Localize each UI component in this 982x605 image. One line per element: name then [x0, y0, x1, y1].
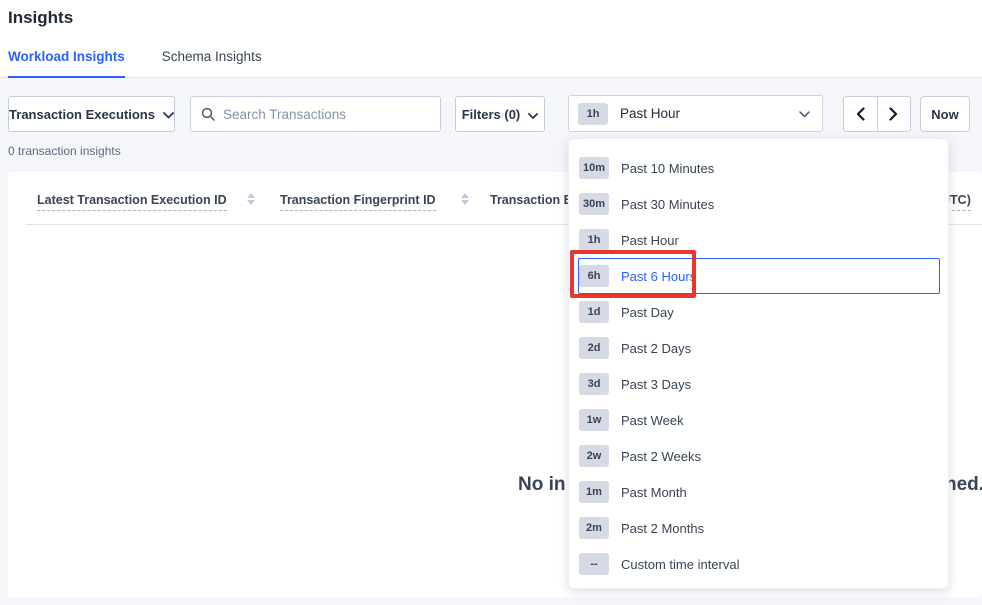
prev-interval-button[interactable] — [844, 97, 878, 131]
empty-state-text-fragment: ned. — [945, 474, 982, 496]
time-option-past-30-minutes[interactable]: 30m Past 30 Minutes — [569, 186, 948, 222]
chevron-down-icon — [799, 105, 810, 123]
time-option-past-hour[interactable]: 1h Past Hour — [569, 222, 948, 258]
time-option-past-10-minutes[interactable]: 10m Past 10 Minutes — [569, 150, 948, 186]
time-interval-select[interactable]: 1h Past Hour — [568, 95, 823, 132]
page-title: Insights — [0, 0, 982, 28]
column-header-latest-transaction-execution-id[interactable]: Latest Transaction Execution ID — [37, 193, 227, 207]
filters-button[interactable]: Filters (0) — [455, 96, 545, 132]
insights-count: 0 transaction insights — [8, 144, 121, 158]
tab-bar: Workload Insights Schema Insights — [0, 49, 982, 78]
now-label: Now — [931, 107, 958, 122]
time-option-custom-time-interval[interactable]: -- Custom time interval — [569, 546, 948, 582]
time-option-past-month[interactable]: 1m Past Month — [569, 474, 948, 510]
column-header-transaction-fingerprint-id[interactable]: Transaction Fingerprint ID — [280, 193, 436, 207]
selected-option-outline — [578, 258, 940, 294]
search-input[interactable] — [223, 107, 430, 122]
chevron-left-icon — [856, 107, 865, 121]
workload-type-select[interactable]: Transaction Executions — [8, 96, 175, 132]
search-box[interactable] — [190, 96, 441, 132]
time-option-past-2-days[interactable]: 2d Past 2 Days — [569, 330, 948, 366]
time-option-past-2-weeks[interactable]: 2w Past 2 Weeks — [569, 438, 948, 474]
time-option-past-2-months[interactable]: 2m Past 2 Months — [569, 510, 948, 546]
time-option-past-6-hours[interactable]: 6h Past 6 Hours — [569, 258, 948, 294]
time-interval-badge: 1h — [578, 103, 608, 125]
workload-type-label: Transaction Executions — [9, 107, 155, 122]
chevron-down-icon — [163, 107, 174, 122]
tab-schema-insights[interactable]: Schema Insights — [162, 49, 262, 77]
page-header: Insights Workload Insights Schema Insigh… — [0, 0, 982, 78]
tab-workload-insights[interactable]: Workload Insights — [8, 49, 125, 78]
chevron-right-icon — [889, 107, 898, 121]
empty-state-text-fragment: No in — [518, 474, 566, 496]
sort-icon[interactable] — [461, 193, 469, 205]
time-pager — [843, 96, 911, 132]
now-button[interactable]: Now — [920, 96, 970, 132]
chevron-down-icon — [528, 107, 538, 122]
next-interval-button[interactable] — [878, 97, 911, 131]
time-option-past-week[interactable]: 1w Past Week — [569, 402, 948, 438]
time-option-past-3-days[interactable]: 3d Past 3 Days — [569, 366, 948, 402]
search-icon — [201, 107, 215, 121]
filters-label: Filters (0) — [462, 107, 521, 122]
time-interval-dropdown: 10m Past 10 Minutes 30m Past 30 Minutes … — [568, 138, 949, 589]
column-header-transaction-execution-truncated[interactable]: Transaction Ex — [490, 193, 568, 207]
time-interval-label: Past Hour — [620, 106, 787, 121]
insights-page: Insights Workload Insights Schema Insigh… — [0, 0, 982, 605]
time-option-past-day[interactable]: 1d Past Day — [569, 294, 948, 330]
sort-icon[interactable] — [247, 193, 255, 205]
